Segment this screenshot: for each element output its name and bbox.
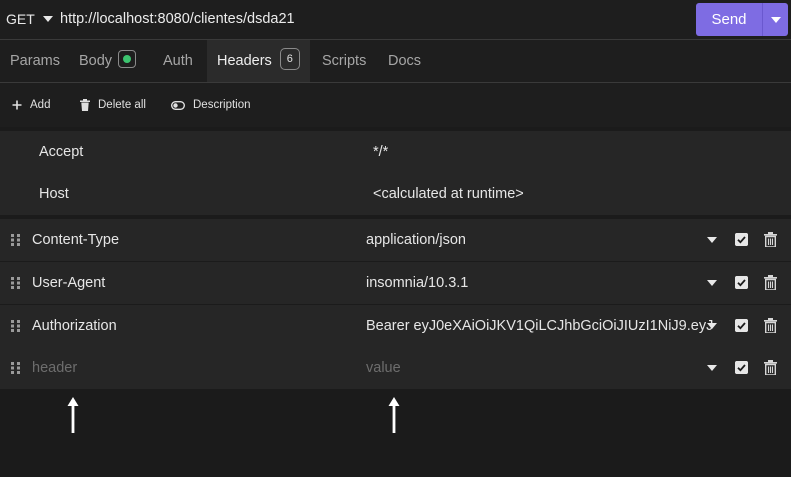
- method-select[interactable]: GET: [6, 9, 53, 29]
- trash-icon[interactable]: [764, 318, 777, 333]
- checkbox-icon[interactable]: [735, 276, 748, 289]
- method-label: GET: [6, 11, 35, 27]
- tab-docs[interactable]: Docs: [376, 40, 432, 82]
- header-value-input[interactable]: insomnia/10.3.1: [366, 262, 722, 304]
- chevron-down-icon: [770, 16, 781, 23]
- tab-auth[interactable]: Auth: [151, 40, 207, 82]
- drag-handle-icon[interactable]: [11, 277, 20, 289]
- header-value: */*: [373, 144, 389, 160]
- send-button[interactable]: Send: [696, 3, 762, 36]
- headers-toolbar: Add Delete all Description: [0, 83, 791, 127]
- header-name-input[interactable]: User-Agent: [32, 262, 105, 304]
- header-name: Accept: [39, 144, 84, 160]
- add-header-button[interactable]: Add: [12, 97, 50, 113]
- trash-icon[interactable]: [764, 232, 777, 247]
- tab-scripts[interactable]: Scripts: [310, 40, 376, 82]
- trash-icon[interactable]: [764, 360, 777, 375]
- new-header-name-input[interactable]: header: [32, 347, 77, 389]
- tab-label: Body: [79, 53, 113, 69]
- header-value-input[interactable]: Bearer eyJ0eXAiOiJKV1QiLCJhbGciOiJIUzI1N…: [366, 305, 722, 347]
- checkbox-icon[interactable]: [735, 233, 748, 246]
- tab-label: Headers: [217, 53, 272, 69]
- header-row: Content-Type application/json: [0, 219, 791, 261]
- description-toggle[interactable]: Description: [171, 97, 251, 113]
- tab-label: Docs: [388, 53, 422, 69]
- delete-all-button[interactable]: Delete all: [80, 97, 146, 113]
- header-row: User-Agent insomnia/10.3.1: [0, 262, 791, 304]
- tab-label: Scripts: [322, 53, 367, 69]
- send-options-button[interactable]: [763, 3, 788, 36]
- header-value: <calculated at runtime>: [373, 186, 524, 202]
- request-tabs: Params Body Auth Headers 6 Scripts Docs: [0, 40, 791, 83]
- header-name: Host: [39, 186, 69, 202]
- trash-icon[interactable]: [764, 275, 777, 290]
- drag-handle-icon[interactable]: [11, 234, 20, 246]
- tab-body[interactable]: Body: [67, 40, 151, 82]
- tab-label: Params: [10, 53, 60, 69]
- new-header-value-input[interactable]: value: [366, 347, 722, 389]
- chevron-down-icon[interactable]: [707, 280, 717, 286]
- default-header-row: Accept */*: [0, 131, 791, 173]
- headers-panel: Accept */* Host <calculated at runtime> …: [0, 127, 791, 477]
- add-label: Add: [30, 99, 51, 111]
- tab-params[interactable]: Params: [0, 40, 67, 82]
- header-name-input[interactable]: Authorization: [32, 305, 117, 347]
- description-label: Description: [193, 99, 251, 111]
- toggle-icon: [171, 100, 185, 110]
- body-status-dot-icon: [118, 50, 137, 69]
- chevron-down-icon[interactable]: [707, 323, 717, 329]
- checkbox-icon[interactable]: [735, 319, 748, 332]
- header-name-input[interactable]: Content-Type: [32, 219, 119, 261]
- chevron-down-icon: [42, 16, 53, 22]
- header-value-input[interactable]: application/json: [366, 219, 722, 261]
- new-header-row: header value: [0, 347, 791, 389]
- send-button-group: Send: [696, 3, 788, 36]
- chevron-down-icon[interactable]: [707, 237, 717, 243]
- url-input[interactable]: http://localhost:8080/clientes/dsda21: [60, 9, 295, 29]
- header-row: Authorization Bearer eyJ0eXAiOiJKV1QiLCJ…: [0, 305, 791, 347]
- tab-label: Auth: [163, 53, 193, 69]
- chevron-down-icon[interactable]: [707, 365, 717, 371]
- delete-all-label: Delete all: [98, 99, 146, 111]
- arrow-up-icon: [67, 397, 79, 433]
- trash-icon: [80, 99, 90, 111]
- drag-handle-icon[interactable]: [11, 362, 20, 374]
- default-header-row: Host <calculated at runtime>: [0, 173, 791, 215]
- arrow-up-icon: [388, 397, 400, 433]
- headers-count-badge: 6: [279, 48, 300, 71]
- drag-handle-icon[interactable]: [11, 320, 20, 332]
- tab-headers[interactable]: Headers 6: [207, 40, 310, 82]
- request-bar: GET http://localhost:8080/clientes/dsda2…: [0, 0, 791, 40]
- checkbox-icon[interactable]: [735, 361, 748, 374]
- plus-icon: [12, 100, 22, 110]
